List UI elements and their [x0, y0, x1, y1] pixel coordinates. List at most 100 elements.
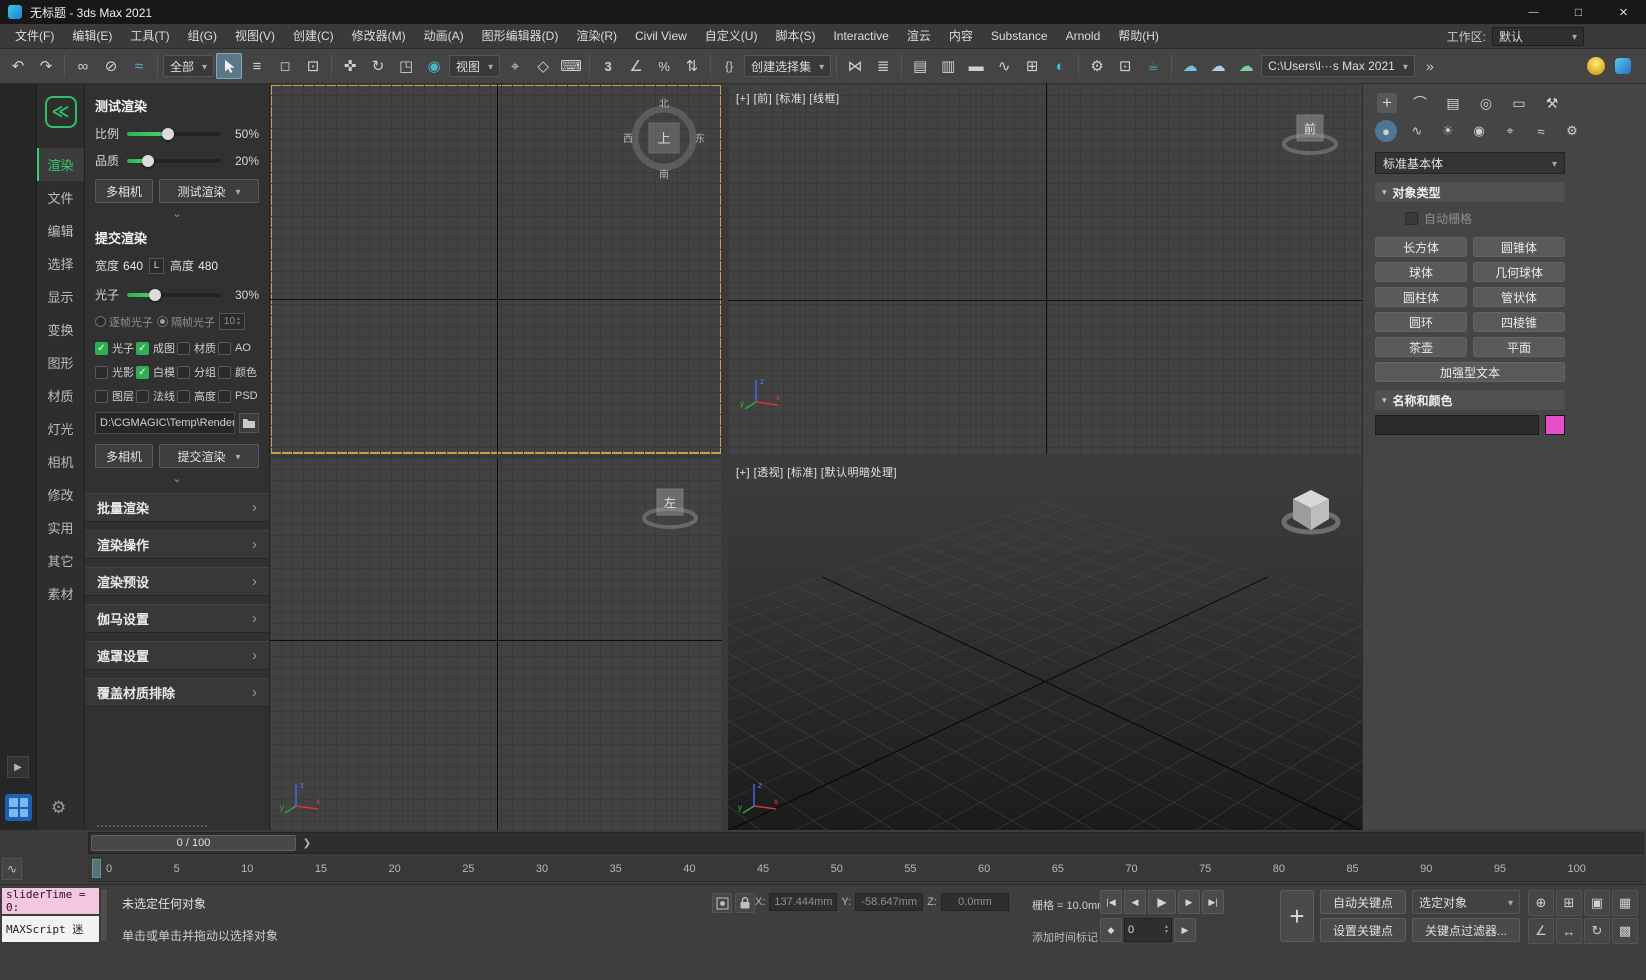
- tab-utilities-icon[interactable]: [1542, 93, 1562, 113]
- rollout-header[interactable]: 伽马设置: [85, 604, 269, 633]
- rollout-header[interactable]: 渲染操作: [85, 530, 269, 559]
- primitive-button[interactable]: 圆柱体: [1375, 287, 1467, 307]
- primitive-button[interactable]: 几何球体: [1473, 262, 1565, 282]
- orbit-icon[interactable]: [1584, 918, 1610, 944]
- track-bar[interactable]: 0510152025303540455055606570758085909510…: [88, 856, 1644, 882]
- rectangular-selection-region-icon[interactable]: [272, 53, 298, 79]
- cgmagic-tab[interactable]: 修改: [37, 478, 84, 511]
- material-editor-icon[interactable]: [1047, 53, 1073, 79]
- bind-to-space-warp-icon[interactable]: [126, 53, 152, 79]
- y-coordinate-field[interactable]: -58.647mm: [855, 893, 923, 911]
- x-coordinate-field[interactable]: 137.444mm: [769, 893, 837, 911]
- cgmagic-tab[interactable]: 编辑: [37, 214, 84, 247]
- spinner-snap-icon[interactable]: [679, 53, 705, 79]
- window-crossing-icon[interactable]: [300, 53, 326, 79]
- tab-create-icon[interactable]: [1377, 93, 1397, 113]
- tab-hierarchy-icon[interactable]: [1443, 93, 1463, 113]
- render-element-checkbox[interactable]: 白模: [136, 364, 177, 380]
- primitive-category-dropdown[interactable]: 标准基本体: [1375, 152, 1565, 174]
- menu-item[interactable]: 文件(F): [6, 24, 63, 49]
- category-shapes-icon[interactable]: [1406, 120, 1428, 142]
- rendered-frame-window-icon[interactable]: [1112, 53, 1138, 79]
- menu-item[interactable]: 自定义(U): [696, 24, 767, 49]
- cgmagic-tab[interactable]: 选择: [37, 247, 84, 280]
- skip-frame-spinner[interactable]: 10 ▴▾: [219, 313, 245, 330]
- project-folder-dropdown[interactable]: C:\Users\l···s Max 2021: [1261, 55, 1415, 77]
- menu-item[interactable]: 脚本(S): [766, 24, 824, 49]
- key-filters-button[interactable]: 关键点过滤器...: [1412, 918, 1520, 942]
- select-and-move-icon[interactable]: [337, 53, 363, 79]
- object-color-swatch[interactable]: [1545, 415, 1565, 435]
- curve-editor-icon[interactable]: [991, 53, 1017, 79]
- cgmagic-tab[interactable]: 灯光: [37, 412, 84, 445]
- spinner-arrows-icon[interactable]: ▴▾: [1165, 925, 1168, 935]
- slider-knob[interactable]: [162, 128, 174, 140]
- tab-display-icon[interactable]: [1509, 93, 1529, 113]
- cgmagic-tab[interactable]: 其它: [37, 544, 84, 577]
- render-element-checkbox[interactable]: 光影: [95, 364, 136, 380]
- render-element-checkbox[interactable]: AO: [218, 340, 259, 356]
- reference-coordinate-dropdown[interactable]: 视图: [449, 55, 500, 77]
- mirror-icon[interactable]: [842, 53, 868, 79]
- spinner-arrows-icon[interactable]: ▴▾: [237, 317, 240, 327]
- next-frame-icon[interactable]: [1178, 890, 1200, 914]
- category-lights-icon[interactable]: [1437, 120, 1459, 142]
- browse-folder-icon[interactable]: [239, 413, 259, 433]
- selection-lock-icon[interactable]: [735, 893, 755, 913]
- minimize-button[interactable]: [1511, 0, 1556, 24]
- key-mode-toggle-icon[interactable]: [1100, 918, 1122, 942]
- auto-key-toggle[interactable]: 自动关键点: [1320, 890, 1406, 914]
- maximize-viewport-icon[interactable]: [1612, 918, 1638, 944]
- category-helpers-icon[interactable]: [1499, 120, 1521, 142]
- render-element-checkbox[interactable]: PSD: [218, 388, 259, 404]
- zoom-icon[interactable]: [1528, 890, 1554, 916]
- zoom-all-icon[interactable]: [1556, 890, 1582, 916]
- select-and-place-icon[interactable]: [421, 53, 447, 79]
- ribbon-toggle-icon[interactable]: [963, 53, 989, 79]
- rollout-header[interactable]: 遮罩设置: [85, 641, 269, 670]
- primitive-button[interactable]: 长方体: [1375, 237, 1467, 257]
- go-to-start-icon[interactable]: [1100, 890, 1122, 914]
- menu-item[interactable]: 创建(C): [284, 24, 343, 49]
- render-setup-icon[interactable]: [1084, 53, 1110, 79]
- layer-explorer-icon[interactable]: [935, 53, 961, 79]
- viewcube[interactable]: 左: [640, 480, 700, 537]
- viewport-label[interactable]: [+] [前] [标准] [线框]: [736, 90, 840, 106]
- collapse-chevron-icon[interactable]: [95, 207, 259, 220]
- close-button[interactable]: [1601, 0, 1646, 24]
- set-keys-button[interactable]: [1280, 890, 1314, 942]
- multi-camera-button[interactable]: 多相机: [95, 444, 153, 468]
- cgmagic-tab[interactable]: 实用: [37, 511, 84, 544]
- macro-recorder-field[interactable]: sliderTime = 0:: [2, 888, 99, 914]
- viewcube[interactable]: 前: [1280, 106, 1340, 163]
- tab-motion-icon[interactable]: [1476, 93, 1496, 113]
- keyboard-shortcut-override-icon[interactable]: [558, 53, 584, 79]
- per-frame-photon-radio[interactable]: 逐帧光子: [95, 314, 153, 330]
- menu-item[interactable]: 组(G): [179, 24, 226, 49]
- workspace-dropdown[interactable]: 默认: [1492, 27, 1584, 46]
- isolate-selection-icon[interactable]: [712, 893, 732, 913]
- next-key-icon[interactable]: [1174, 918, 1196, 942]
- time-slider-handle[interactable]: 0 / 100: [91, 835, 296, 851]
- cgmagic-tab[interactable]: 素材: [37, 577, 84, 610]
- menu-item[interactable]: 编辑(E): [63, 24, 121, 49]
- corner-app-icon[interactable]: [1615, 58, 1631, 74]
- render-production-icon[interactable]: [1140, 53, 1166, 79]
- primitive-button[interactable]: 球体: [1375, 262, 1467, 282]
- category-spacewarps-icon[interactable]: [1530, 120, 1552, 142]
- submit-render-button[interactable]: 提交渲染: [159, 444, 259, 468]
- menu-item[interactable]: 图形编辑器(D): [473, 24, 568, 49]
- add-time-tag[interactable]: 添加时间标记: [1032, 929, 1098, 945]
- cgmagic-logo-icon[interactable]: [45, 96, 77, 128]
- menu-item[interactable]: 渲云: [898, 24, 940, 49]
- collapse-chevron-icon[interactable]: [95, 472, 259, 485]
- go-to-end-icon[interactable]: [1202, 890, 1224, 914]
- previous-frame-icon[interactable]: [1124, 890, 1146, 914]
- slider-knob[interactable]: [149, 289, 161, 301]
- current-frame-marker[interactable]: [92, 859, 101, 878]
- cloud-library-icon[interactable]: [1205, 53, 1231, 79]
- autogrid-checkbox[interactable]: 自动栅格: [1363, 207, 1646, 235]
- rollout-header[interactable]: 批量渲染: [85, 493, 269, 522]
- panel-flyout-button[interactable]: [7, 756, 29, 778]
- field-of-view-icon[interactable]: [1528, 918, 1554, 944]
